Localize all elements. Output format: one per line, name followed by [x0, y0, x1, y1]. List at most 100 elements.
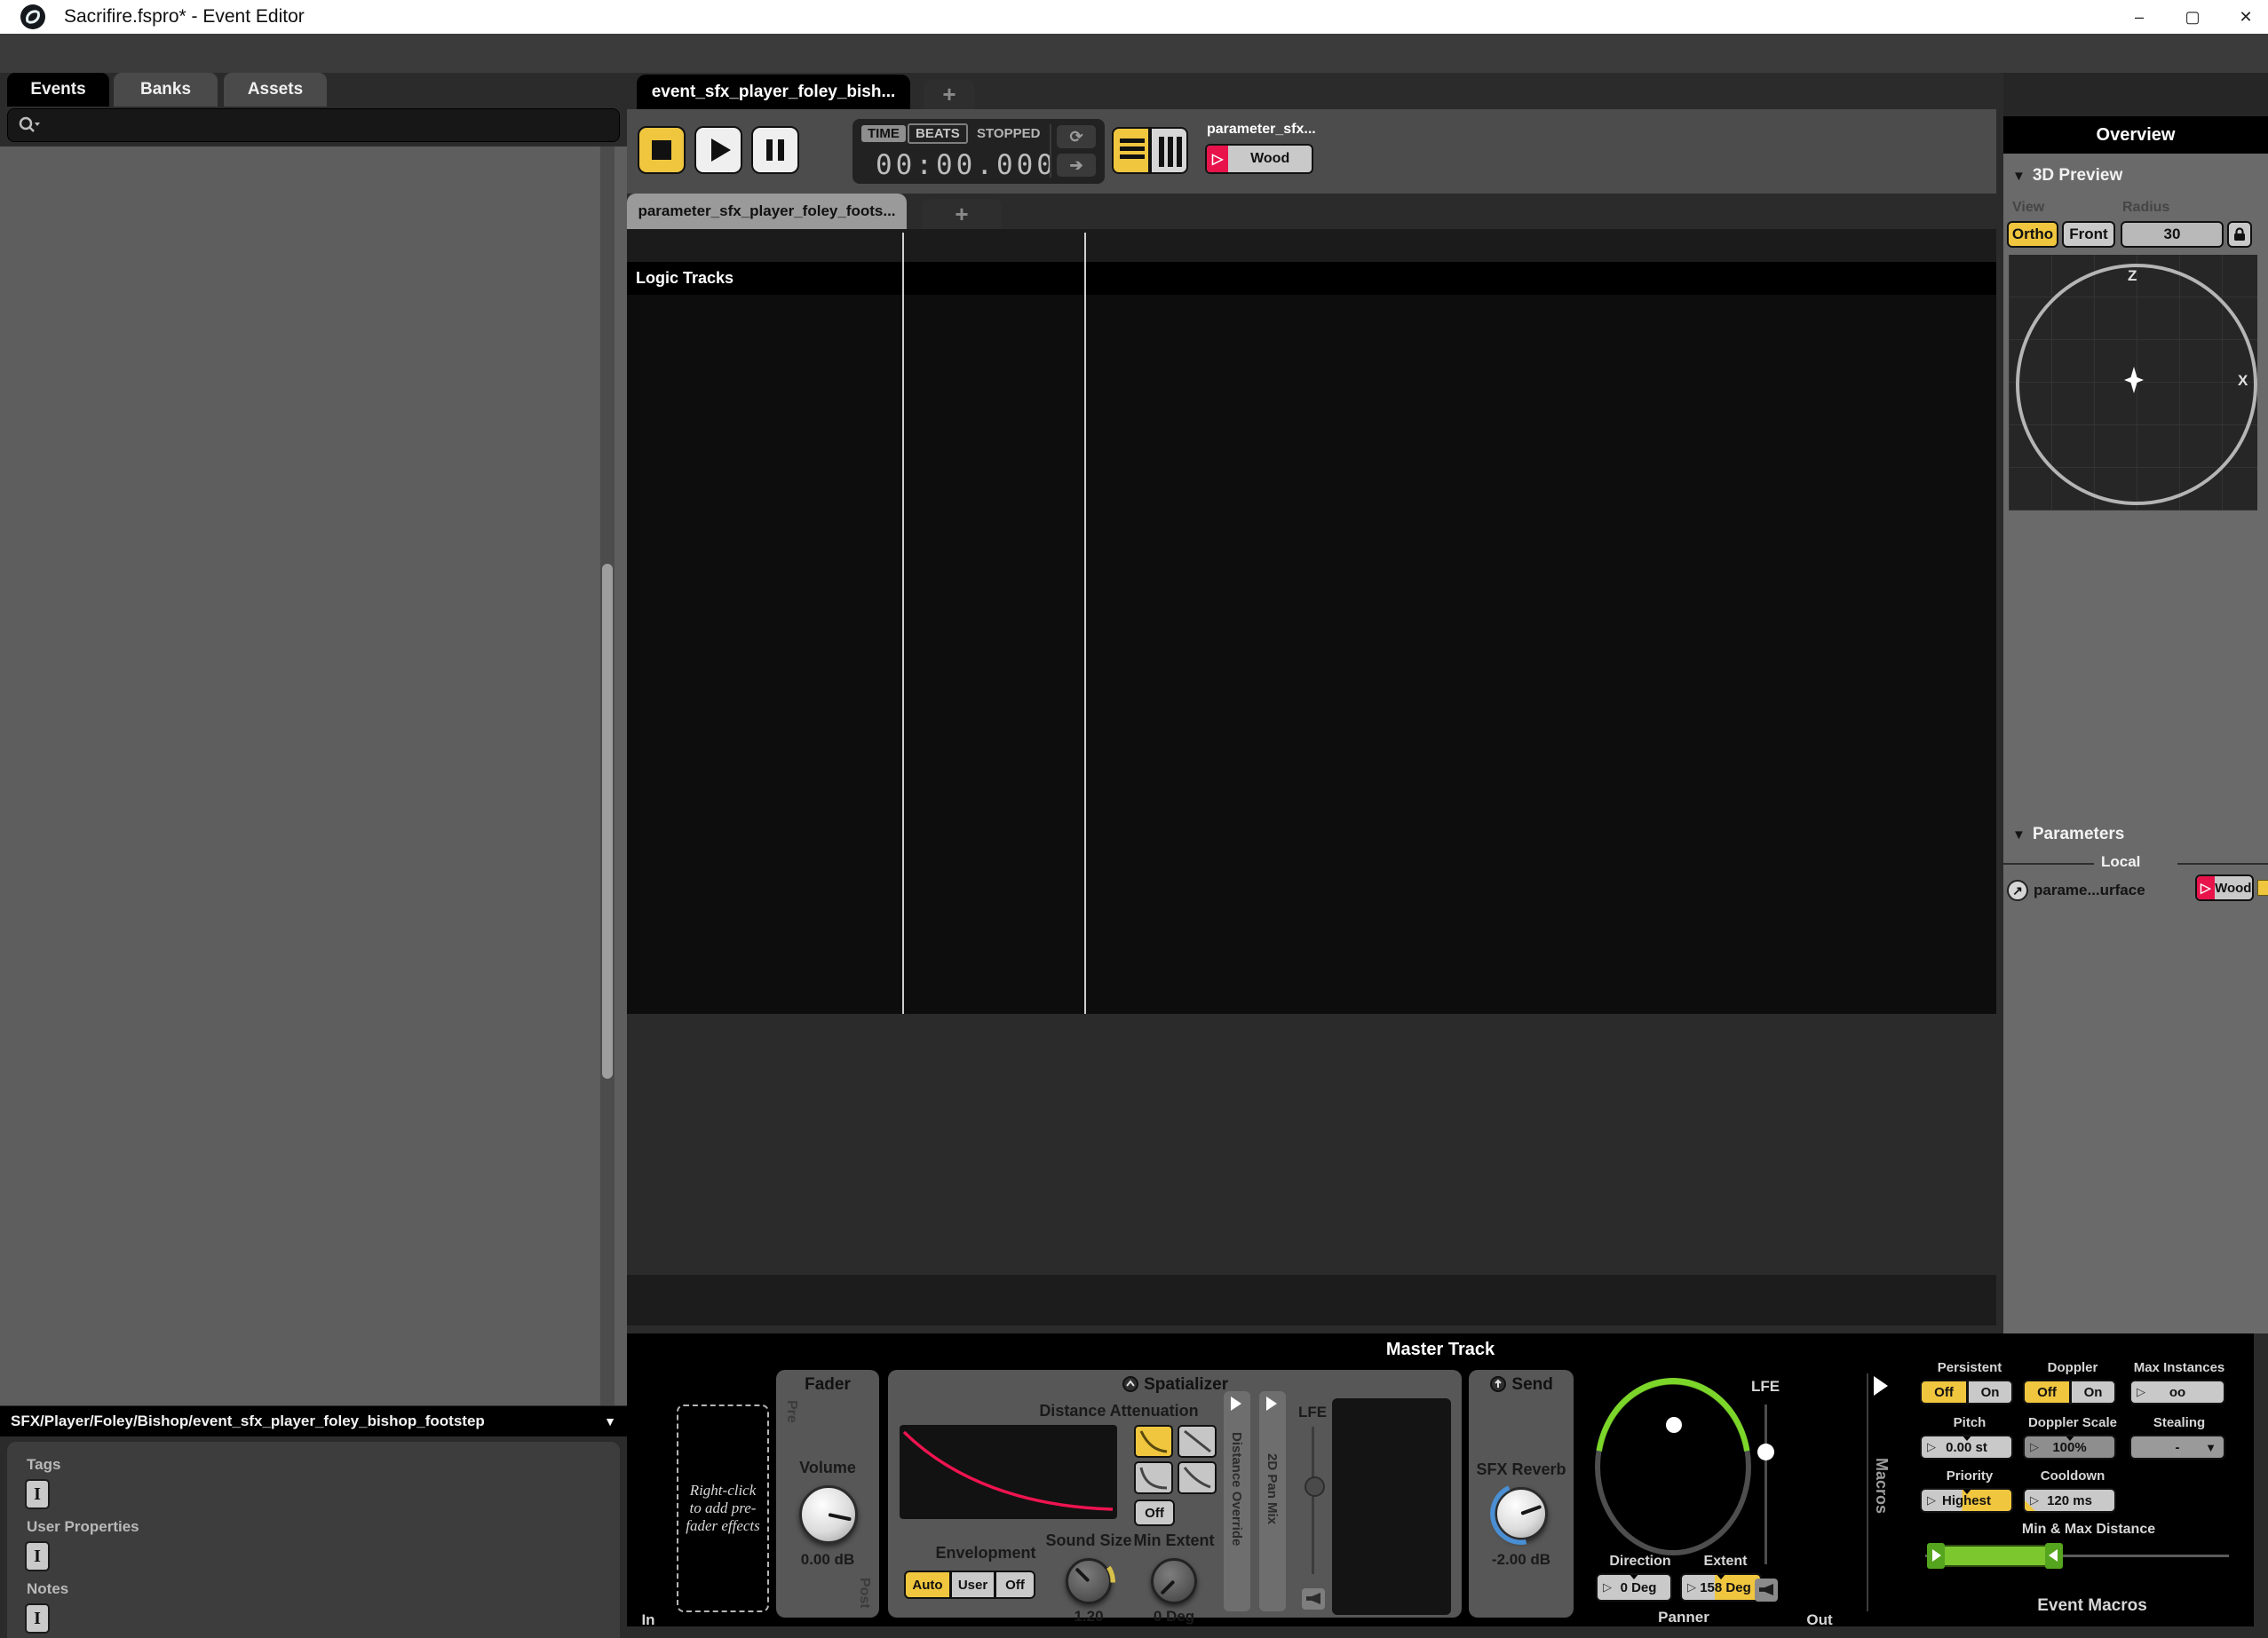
cooldown-label: Cooldown — [2019, 1468, 2126, 1484]
stealing-label: Stealing — [2126, 1415, 2232, 1430]
envelopment-off-button[interactable]: Off — [995, 1571, 1035, 1599]
extent-pill[interactable]: ▷ 158 Deg — [1680, 1573, 1762, 1602]
add-event-tab-button[interactable]: + — [924, 80, 975, 109]
search-input[interactable] — [7, 108, 620, 142]
stealing-dropdown[interactable]: - ▼ — [2129, 1435, 2225, 1460]
column-header-row — [627, 229, 1996, 262]
stop-button[interactable] — [638, 126, 686, 174]
add-parameter-tab-button[interactable]: + — [922, 199, 1002, 229]
distance-range-bar[interactable] — [1927, 1545, 2062, 1567]
panner-ring-area[interactable] — [1591, 1371, 1755, 1557]
master-volume-knob[interactable] — [799, 1485, 858, 1544]
doppler-scale-pill[interactable]: ▷100% — [2023, 1435, 2116, 1460]
envelopment-user-button[interactable]: User — [950, 1571, 995, 1599]
tree-scrollbar-thumb[interactable] — [602, 564, 613, 1079]
play-button[interactable] — [694, 126, 742, 174]
tags-edit-button[interactable]: I — [25, 1479, 50, 1509]
macros-expand-icon[interactable] — [1874, 1376, 1888, 1396]
direction-pill[interactable]: ▷ 0 Deg — [1596, 1573, 1672, 1602]
out-lfe-slider-handle[interactable] — [1757, 1444, 1774, 1460]
region-start-line[interactable] — [902, 233, 904, 1014]
prefader-effects-dropzone[interactable]: Right-click to add pre-fader effects — [677, 1405, 769, 1612]
fader-post-tab[interactable]: Post — [856, 1578, 872, 1609]
parameter-play-icon: ▷ — [2197, 876, 2215, 899]
fader-title: Fader — [776, 1375, 879, 1395]
parameters-section-header[interactable]: ▼Parameters — [2012, 825, 2124, 844]
event-macros-title: Event Macros — [2003, 1596, 2181, 1616]
beats-mode-chip[interactable]: BEATS — [908, 123, 968, 144]
parameter-link-icon[interactable]: ↗ — [2007, 880, 2028, 901]
tracks-view-button[interactable] — [1112, 127, 1150, 174]
curve-preset-linear-button[interactable] — [1178, 1425, 1217, 1458]
collapse-icon: ▼ — [2012, 827, 2026, 843]
event-tab[interactable]: event_sfx_player_foley_bish... — [637, 75, 910, 109]
tab-banks[interactable]: Banks — [114, 73, 218, 107]
pitch-pill[interactable]: ▷0.00 st — [1920, 1435, 2013, 1460]
expand-icon — [1266, 1397, 1277, 1411]
fader-pre-tab[interactable]: Pre — [783, 1400, 799, 1423]
send-module: Send SFX Reverb -2.00 dB — [1469, 1370, 1574, 1618]
curve-preset-inverse-tapered-button[interactable] — [1178, 1461, 1217, 1494]
view-ortho-button[interactable]: Ortho — [2007, 221, 2058, 248]
curve-preset-inverse-button[interactable] — [1134, 1461, 1173, 1494]
distance-override-strip[interactable]: Distance Override — [1224, 1391, 1250, 1611]
user-properties-edit-button[interactable]: I — [25, 1541, 50, 1571]
doppler-on-button[interactable]: On — [2070, 1380, 2116, 1405]
min-extent-knob[interactable] — [1151, 1558, 1197, 1604]
maximize-button[interactable]: ▢ — [2167, 0, 2218, 34]
breadcrumb-dropdown-icon[interactable]: ▼ — [604, 1414, 616, 1428]
loop-toggle-button[interactable]: ⟳ — [1057, 125, 1096, 148]
prefader-hint: Right-click to add pre-fader effects — [684, 1482, 762, 1535]
priority-value: Highest — [1942, 1493, 1991, 1508]
3d-preview-canvas[interactable]: Z X — [2009, 255, 2257, 510]
radius-field[interactable]: 30 — [2121, 221, 2224, 248]
attenuation-off-button[interactable]: Off — [1134, 1500, 1175, 1526]
pause-button[interactable] — [751, 126, 799, 174]
region-end-line[interactable] — [1084, 233, 1086, 1014]
persistent-label: Persistent — [1916, 1360, 2023, 1375]
priority-pill[interactable]: ▷Highest — [1920, 1488, 2013, 1513]
doppler-off-button[interactable]: Off — [2023, 1380, 2070, 1405]
send-level-knob[interactable] — [1495, 1487, 1548, 1540]
parameter-color-swatch[interactable] — [2257, 880, 2268, 896]
breadcrumb[interactable]: SFX/Player/Foley/Bishop/event_sfx_player… — [0, 1406, 627, 1436]
tab-events[interactable]: Events — [7, 73, 109, 107]
tree-scrollbar[interactable] — [600, 146, 615, 1405]
persistent-toggle: Off On — [1920, 1380, 2013, 1405]
persistent-off-button[interactable]: Off — [1920, 1380, 1967, 1405]
lanes-view-button[interactable] — [1150, 127, 1188, 174]
persistent-on-button[interactable]: On — [1967, 1380, 2013, 1405]
out-lfe-speaker-button[interactable] — [1755, 1579, 1778, 1602]
max-instances-pill[interactable]: ▷oo — [2129, 1380, 2225, 1405]
minimize-button[interactable]: – — [2113, 0, 2165, 34]
title-bar: Sacrifire.fspro* - Event Editor – ▢ ✕ — [0, 0, 2268, 34]
envelopment-auto-button[interactable]: Auto — [904, 1571, 950, 1599]
close-button[interactable]: ✕ — [2220, 0, 2268, 34]
curve-preset-linear-squared-button[interactable] — [1134, 1425, 1173, 1458]
panner-position-dot[interactable] — [1666, 1417, 1682, 1433]
lfe-speaker-button[interactable] — [1302, 1588, 1325, 1610]
parameter-value: Wood — [1228, 151, 1312, 167]
cooldown-pill[interactable]: ▷120 ms — [2023, 1488, 2116, 1513]
tab-assets[interactable]: Assets — [224, 73, 327, 107]
parameter-tab[interactable]: parameter_sfx_player_foley_foots... — [627, 194, 907, 229]
lock-button[interactable] — [2227, 221, 2252, 248]
envelopment-segmented-control: Auto User Off — [904, 1571, 1035, 1599]
distance-attenuation-graph[interactable] — [900, 1425, 1117, 1519]
view-front-button[interactable]: Front — [2062, 221, 2115, 248]
follow-toggle-button[interactable]: ➔ — [1057, 154, 1096, 177]
out-lfe-slider-track[interactable] — [1764, 1405, 1767, 1564]
time-mode-chip[interactable]: TIME — [861, 125, 906, 142]
timeline-overview-strip[interactable] — [627, 1275, 1996, 1325]
sound-size-knob[interactable] — [1066, 1558, 1112, 1604]
distance-max-handle[interactable] — [2045, 1543, 2063, 1569]
notes-edit-button[interactable]: I — [25, 1603, 50, 1634]
spat-lfe-slider-track[interactable] — [1312, 1427, 1314, 1574]
pan-mix-strip[interactable]: 2D Pan Mix — [1259, 1391, 1286, 1611]
preview-section-header[interactable]: ▼3D Preview — [2012, 166, 2122, 186]
speaker-icon — [1306, 1593, 1320, 1604]
distance-min-handle[interactable] — [1927, 1543, 1945, 1569]
spat-lfe-slider-handle[interactable] — [1304, 1476, 1325, 1497]
sidebar-parameter-pill[interactable]: ▷ Wood — [2195, 874, 2254, 901]
parameter-value-pill[interactable]: ▷ Wood — [1205, 144, 1313, 174]
